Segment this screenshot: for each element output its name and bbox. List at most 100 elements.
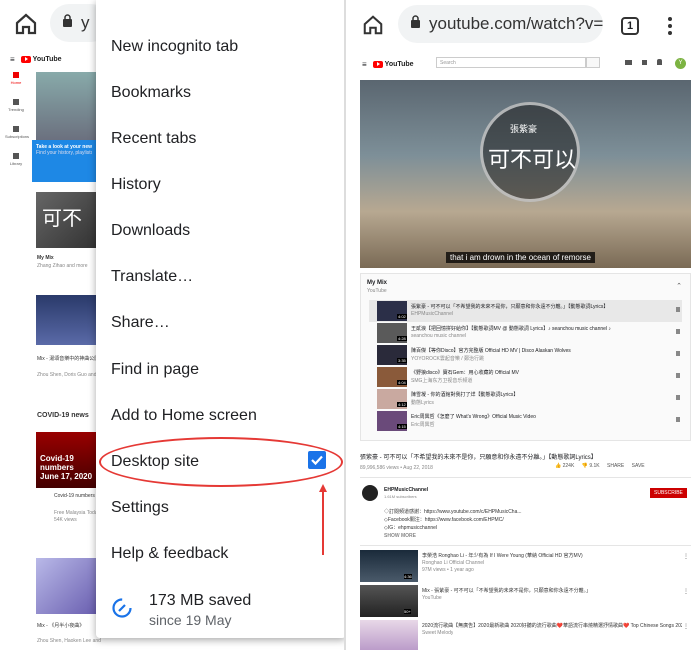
- playlist-item-channel: seanchou music channel: [411, 333, 467, 339]
- like-button[interactable]: 👍 224K: [555, 463, 574, 469]
- recommended-thumb: [360, 620, 418, 650]
- youtube-logo[interactable]: YouTube: [372, 60, 414, 68]
- hamburger-icon[interactable]: ≡: [10, 55, 15, 64]
- search-icon[interactable]: [586, 57, 600, 68]
- save-button[interactable]: SAVE: [632, 463, 645, 469]
- menu-item-find-in-page[interactable]: Find in page: [111, 361, 199, 379]
- more-options-icon[interactable]: [668, 14, 674, 38]
- playlist-item-duration: 4:02: [397, 314, 407, 319]
- playlist-item-title: 陳雪凝 - 你的酒館對我打了烊【動態歌詞Lyrics】: [411, 392, 519, 398]
- mymix-title[interactable]: My Mix: [37, 255, 54, 261]
- covid-views: 54K views: [54, 517, 77, 523]
- sidebar-item-trending[interactable]: Trending: [5, 99, 27, 112]
- hamburger-icon[interactable]: ≡: [362, 60, 367, 69]
- recommended-duration: 4:36: [404, 574, 412, 579]
- avatar[interactable]: Y: [675, 58, 686, 69]
- video-player[interactable]: 張紫豪 可不可以 EH that i am drown in the ocean…: [360, 80, 691, 268]
- channel-subs: 1.61M subscribers: [384, 494, 417, 499]
- create-video-icon[interactable]: [625, 60, 632, 65]
- menu-item-history[interactable]: History: [111, 176, 161, 194]
- library-icon: [13, 153, 19, 159]
- menu-item-help-feedback[interactable]: Help & feedback: [111, 545, 228, 563]
- recommended-title: 2020流行歌曲【無廣告】2020最新歌曲 2020好聽的流行歌曲❤️華語流行串…: [422, 623, 682, 629]
- youtube-logo[interactable]: YouTube: [20, 55, 62, 63]
- apps-icon[interactable]: [642, 60, 647, 65]
- notifications-icon[interactable]: [657, 59, 662, 65]
- chrome-toolbar-right: youtube.com/watch?v= 1: [350, 0, 700, 48]
- playlist-item-channel: YOYOROCK雲起音樂 / 鄭治行跳: [411, 356, 485, 362]
- drag-handle-icon[interactable]: [676, 307, 680, 312]
- left-screenshot-panel: y ≡ YouTube Home Trending Subscriptions …: [0, 0, 346, 650]
- home-icon[interactable]: [14, 12, 38, 36]
- mix2-thumb[interactable]: [36, 558, 96, 614]
- menu-item-translate[interactable]: Translate…: [111, 268, 193, 286]
- drag-handle-icon[interactable]: [676, 417, 680, 422]
- action-bar: 👍 224K 👎 9.1K SHARE SAVE: [555, 463, 645, 469]
- more-vert-icon[interactable]: ⋮: [683, 588, 689, 595]
- show-more-button[interactable]: SHOW MORE: [384, 533, 416, 539]
- drag-handle-icon[interactable]: [676, 351, 680, 356]
- menu-item-settings[interactable]: Settings: [111, 499, 169, 517]
- channel-name[interactable]: EHPMusicChannel: [384, 487, 428, 493]
- recommended-video[interactable]: 2020流行歌曲【無廣告】2020最新歌曲 2020好聽的流行歌曲❤️華語流行串…: [360, 620, 691, 650]
- search-input[interactable]: Search: [436, 57, 586, 68]
- playlist-item[interactable]: 4:15 Eric周興哲《怎麼了 What's Wrong》Official Mu…: [369, 410, 682, 432]
- playlist-item-title: 王貳浪【把回憶拼好給你】【動態歌詞MV @ 動態歌詞 Lyrics】♪ sean…: [411, 326, 611, 332]
- mix2-title[interactable]: Mix - 《月半小夜曲》: [37, 622, 84, 629]
- covid-thumb[interactable]: Covid-19 numbers June 17, 2020: [36, 432, 96, 488]
- covid-title[interactable]: Covid-19 numbers: [54, 493, 95, 499]
- playlist-item[interactable]: 3:35 陳百傑【等你Disco】官方完整版 Official HD MV | D…: [369, 344, 682, 366]
- subscribe-button[interactable]: SUBSCRIBE: [650, 488, 687, 498]
- channel-avatar[interactable]: [362, 485, 378, 501]
- url-text-partial: y: [81, 13, 90, 32]
- playlist-item-duration: 3:35: [397, 358, 407, 363]
- menu-item-bookmarks[interactable]: Bookmarks: [111, 84, 191, 102]
- menu-item-new-incognito-tab[interactable]: New incognito tab: [111, 38, 238, 56]
- mymix-thumb[interactable]: 可不: [36, 192, 96, 248]
- tab-switcher-button[interactable]: 1: [621, 17, 639, 35]
- video-title-overlay: 可不可以: [488, 148, 577, 173]
- recommended-video[interactable]: 4:36 李榮浩 Ronghao Li - 年少有為 If I Were Youn…: [360, 550, 691, 583]
- playlist-item-channel: Eric周興哲: [411, 422, 435, 428]
- home-icon[interactable]: [362, 14, 384, 41]
- menu-item-add-to-home-screen[interactable]: Add to Home screen: [111, 407, 257, 425]
- drag-handle-icon[interactable]: [676, 373, 680, 378]
- playlist-item-duration: 4:12: [397, 402, 407, 407]
- menu-item-share[interactable]: Share…: [111, 314, 170, 332]
- playlist-item[interactable]: 4:12 陳雪凝 - 你的酒館對我打了烊【動態歌詞Lyrics】 動態Lyrics: [369, 388, 682, 410]
- dislike-button[interactable]: 👎 9.1K: [582, 463, 600, 469]
- chrome-overflow-menu: New incognito tab Bookmarks Recent tabs …: [96, 0, 344, 638]
- url-bar[interactable]: youtube.com/watch?v=: [398, 5, 603, 43]
- mix-playlist: My Mix YouTube ⌃ 4:02 張紫豪 - 可不可以「不希望我的未來不…: [360, 273, 691, 441]
- drag-handle-icon[interactable]: [676, 395, 680, 400]
- playlist-item[interactable]: 4:04 《野狼disco》寶石Gem：用心收藏的 Official MV SMG上…: [369, 366, 682, 388]
- data-saver-row[interactable]: 173 MB saved since 19 May: [111, 590, 331, 630]
- feed-item-title[interactable]: Mix - 湯頌音樂中的神曲公開: [37, 355, 99, 362]
- signin-promo[interactable]: Take a look at your new lib Find your hi…: [32, 140, 96, 182]
- flame-icon: [13, 99, 19, 105]
- menu-item-recent-tabs[interactable]: Recent tabs: [111, 130, 196, 148]
- video-views: 89,996,586 views • Aug 22, 2018: [360, 465, 433, 471]
- sidebar-item-subscriptions[interactable]: Subscriptions: [5, 126, 29, 139]
- playlist-item-duration: 4:15: [397, 424, 407, 429]
- playlist-item-duration: 4:28: [397, 336, 407, 341]
- yt-header: ≡ YouTube Search Y: [350, 55, 700, 73]
- sidebar-item-home[interactable]: Home: [5, 72, 27, 85]
- menu-item-downloads[interactable]: Downloads: [111, 222, 190, 240]
- recommended-video[interactable]: 50+ Mix - 張紫豪 - 可不可以「不希望我的未來不是你，只願意和你永遠不分…: [360, 585, 691, 618]
- more-vert-icon[interactable]: ⋮: [683, 553, 689, 560]
- recommended-channel: YouTube: [422, 595, 442, 601]
- more-vert-icon[interactable]: ⋮: [683, 623, 689, 630]
- data-saved-since: since 19 May: [149, 612, 232, 628]
- video-thumb-3[interactable]: [36, 295, 96, 345]
- share-button[interactable]: SHARE: [607, 463, 624, 469]
- recommended-channel: Sweet Melody: [422, 630, 454, 636]
- playlist-item-channel: SMG上海东方卫视音乐频道: [411, 378, 473, 384]
- drag-handle-icon[interactable]: [676, 329, 680, 334]
- playlist-title[interactable]: My Mix: [367, 280, 387, 286]
- playlist-item[interactable]: 4:28 王貳浪【把回憶拼好給你】【動態歌詞MV @ 動態歌詞 Lyrics】♪ …: [369, 322, 682, 344]
- playlist-item[interactable]: 4:02 張紫豪 - 可不可以「不希望我的未來不是你，只願意和你永遠不分離。」【動…: [369, 300, 682, 322]
- desc-line-2: ◇Facebook關注：https://www.facebook.com/EHP…: [384, 517, 504, 523]
- sidebar-item-library[interactable]: Library: [5, 153, 27, 166]
- collapse-chevron-icon[interactable]: ⌃: [676, 282, 682, 290]
